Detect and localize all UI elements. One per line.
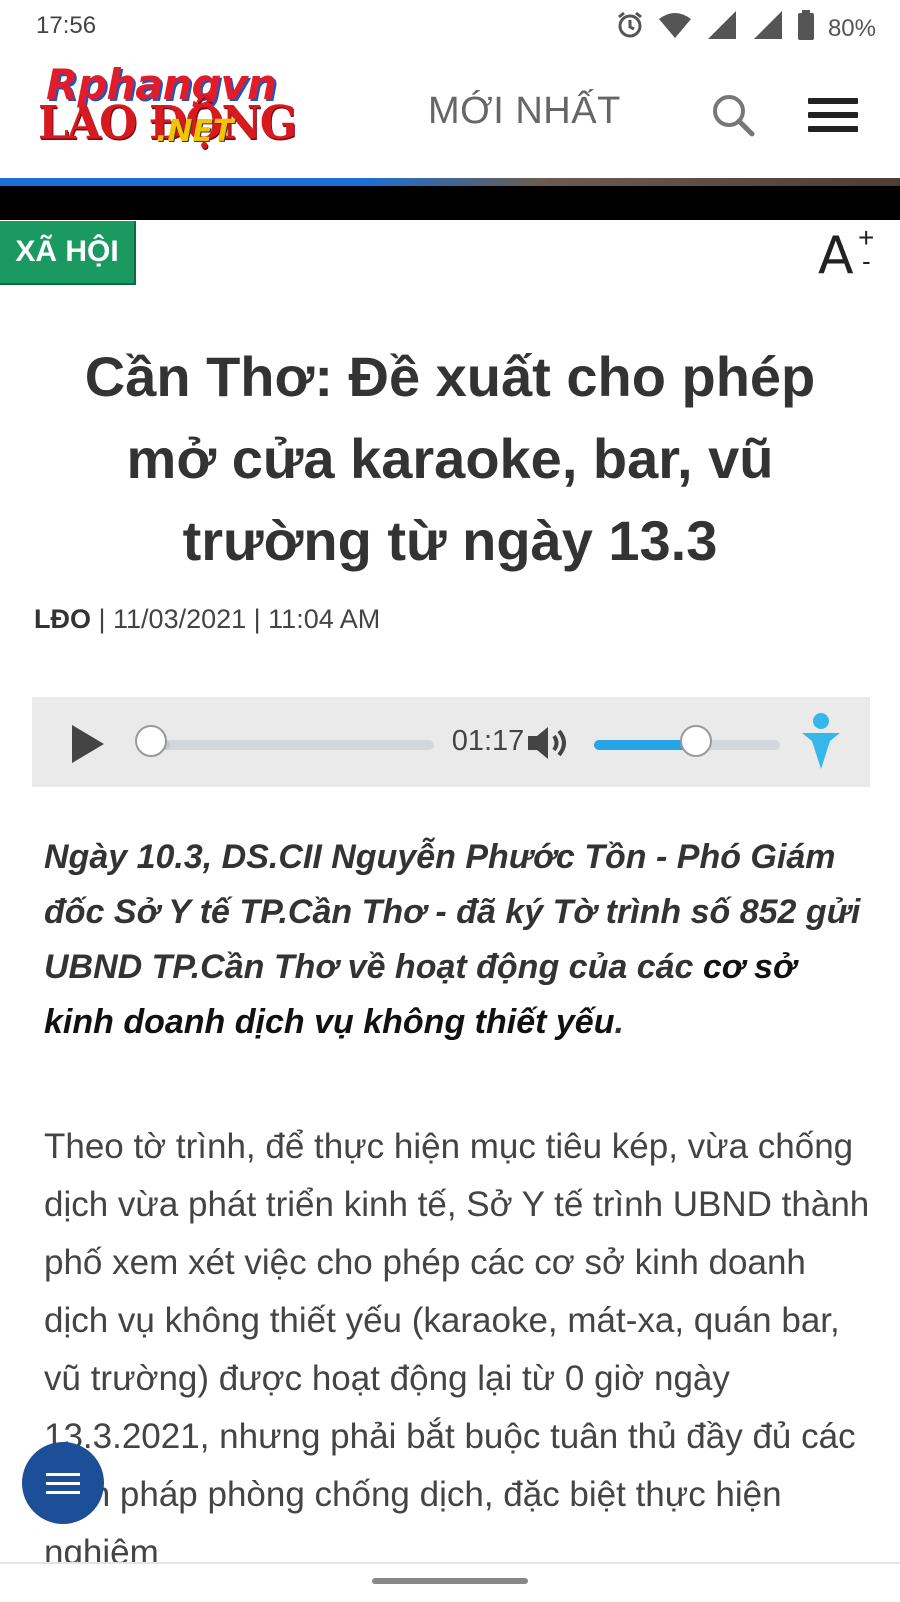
font-size-minus: -	[862, 246, 871, 276]
header-image-strip	[0, 178, 900, 186]
battery-icon	[797, 10, 814, 47]
nav-latest-link[interactable]: MỚI NHẤT	[428, 90, 621, 133]
article-meta: LĐO | 11/03/2021 | 11:04 AM	[34, 604, 380, 635]
category-badge[interactable]: XÃ HỘI	[0, 221, 136, 285]
media-bar	[0, 186, 900, 220]
audio-progress-handle[interactable]	[135, 725, 167, 757]
hamburger-menu-icon[interactable]	[808, 98, 858, 138]
alarm-icon	[616, 11, 644, 46]
table-of-contents-button[interactable]	[22, 1442, 104, 1524]
article-title: Cần Thơ: Đề xuất cho phép mở cửa karaoke…	[84, 345, 816, 572]
audio-player: 01:17	[32, 697, 870, 787]
audio-progress-bar[interactable]	[150, 740, 434, 750]
status-icons: 80%	[616, 10, 876, 47]
accessibility-icon[interactable]	[800, 713, 842, 771]
status-time: 17:56	[36, 12, 97, 39]
signal-icon	[752, 10, 784, 47]
system-nav-bar	[0, 1562, 900, 1602]
logo-text-net: .NET	[156, 114, 234, 149]
home-gesture-handle[interactable]	[372, 1578, 528, 1584]
status-bar: 17:56 80%	[0, 0, 900, 52]
site-logo[interactable]: Rphangvn LAO ĐỘNG .NET	[38, 60, 318, 150]
article-body: Theo tờ trình, để thực hiện mục tiêu kép…	[44, 1127, 870, 1572]
font-size-letter: A	[818, 226, 854, 286]
lead-end: .	[614, 1003, 624, 1041]
article-datetime: | 11/03/2021 | 11:04 AM	[91, 604, 381, 634]
battery-percent: 80%	[827, 14, 876, 42]
play-icon[interactable]	[72, 725, 104, 763]
volume-handle[interactable]	[680, 725, 713, 757]
article-lead: Ngày 10.3, DS.CII Nguyễn Phước Tồn - Phó…	[44, 830, 864, 1050]
article-source: LĐO	[34, 604, 91, 634]
search-icon[interactable]	[710, 92, 756, 138]
wifi-icon	[658, 11, 692, 46]
signal-icon	[706, 10, 738, 47]
volume-icon[interactable]	[526, 723, 570, 763]
site-header: Rphangvn LAO ĐỘNG .NET MỚI NHẤT	[0, 52, 900, 178]
font-size-control[interactable]: A + -	[818, 222, 882, 286]
